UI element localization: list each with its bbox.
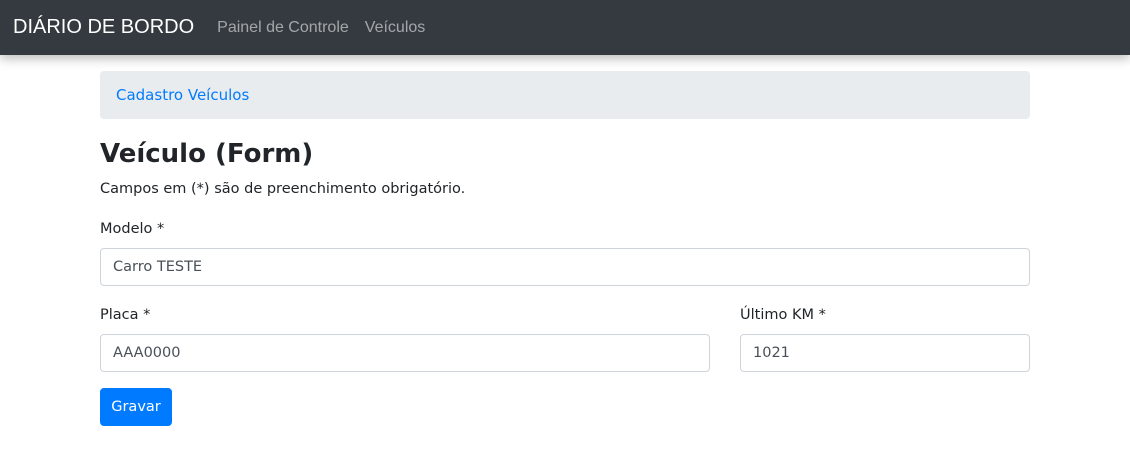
navbar-brand[interactable]: DIÁRIO DE BORDO xyxy=(13,16,194,39)
ultimo-km-input[interactable] xyxy=(740,334,1030,372)
modelo-label: Modelo * xyxy=(100,221,165,237)
placa-input[interactable] xyxy=(100,334,710,372)
nav-link-painel-de-controle[interactable]: Painel de Controle xyxy=(217,19,349,37)
navbar: DIÁRIO DE BORDO Painel de Controle Veícu… xyxy=(0,0,1130,55)
placa-label: Placa * xyxy=(100,307,151,323)
breadcrumb-item-cadastro-veiculos[interactable]: Cadastro Veículos xyxy=(116,86,249,104)
page-title: Veículo (Form) xyxy=(100,139,314,169)
modelo-input[interactable] xyxy=(100,248,1030,286)
required-fields-hint: Campos em (*) são de preenchimento obrig… xyxy=(100,181,466,197)
ultimo-km-label: Último KM * xyxy=(740,307,826,323)
breadcrumb: Cadastro Veículos xyxy=(100,71,1030,119)
nav-link-veiculos[interactable]: Veículos xyxy=(365,19,425,37)
gravar-button[interactable]: Gravar xyxy=(100,388,172,426)
